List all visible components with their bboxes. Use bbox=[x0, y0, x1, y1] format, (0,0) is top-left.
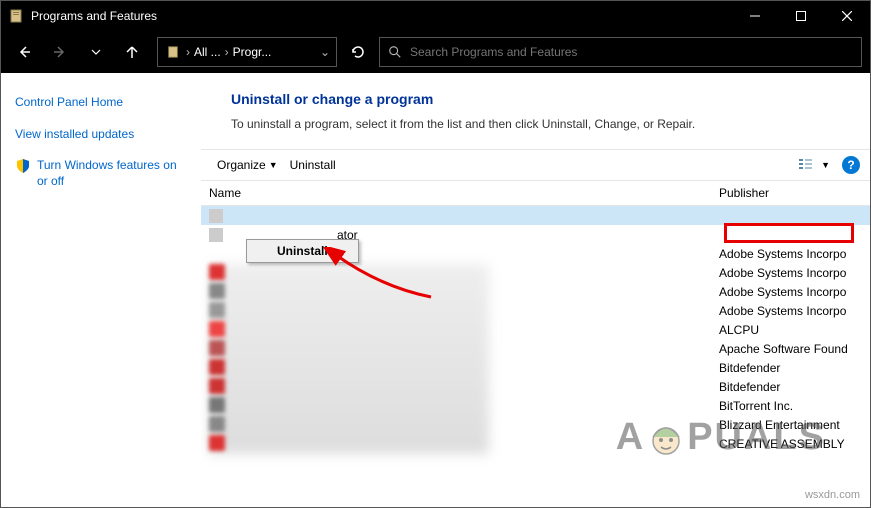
sidebar-link-home[interactable]: Control Panel Home bbox=[15, 95, 187, 111]
minimize-button[interactable] bbox=[732, 1, 778, 31]
titlebar: Programs and Features bbox=[1, 1, 870, 31]
recent-locations-button[interactable] bbox=[81, 37, 111, 67]
window-controls bbox=[732, 1, 870, 31]
main-panel: Uninstall or change a program To uninsta… bbox=[201, 73, 870, 507]
publisher-cell: Adobe Systems Incorpo bbox=[711, 247, 870, 261]
breadcrumb-icon bbox=[164, 43, 182, 61]
back-button[interactable] bbox=[9, 37, 39, 67]
page-subtitle: To uninstall a program, select it from t… bbox=[201, 117, 870, 149]
breadcrumb-segment[interactable]: All ... bbox=[194, 45, 221, 59]
page-heading: Uninstall or change a program bbox=[201, 91, 870, 117]
blurred-icons bbox=[209, 264, 227, 454]
search-icon bbox=[388, 45, 402, 59]
chevron-down-icon[interactable]: ⌄ bbox=[320, 45, 330, 59]
organize-label: Organize bbox=[217, 158, 266, 172]
uninstall-button[interactable]: Uninstall bbox=[284, 156, 342, 174]
blurred-content bbox=[209, 264, 489, 454]
content-area: Control Panel Home View installed update… bbox=[1, 73, 870, 507]
toolbar: Organize ▼ Uninstall ▼ ? bbox=[201, 149, 870, 181]
up-button[interactable] bbox=[117, 37, 147, 67]
sidebar-link-windows-features[interactable]: Turn Windows features on or off bbox=[37, 158, 187, 189]
publisher-cell: Adobe Systems Incorpo bbox=[711, 266, 870, 280]
program-list: Name Publisher ator Adobe Systems Incorp… bbox=[201, 181, 870, 507]
source-mark: wsxdn.com bbox=[805, 489, 860, 501]
chevron-down-icon: ▼ bbox=[821, 160, 830, 170]
publisher-cell: Adobe Systems Incorpo bbox=[711, 285, 870, 299]
view-options-button[interactable]: ▼ bbox=[792, 156, 836, 174]
uninstall-label: Uninstall bbox=[290, 158, 336, 172]
chevron-down-icon: ▼ bbox=[269, 160, 278, 170]
breadcrumb[interactable]: › All ... › Progr... ⌄ bbox=[157, 37, 337, 67]
app-icon bbox=[1, 8, 31, 24]
publisher-cell: Blizzard Entertainment bbox=[711, 418, 870, 432]
refresh-button[interactable] bbox=[343, 37, 373, 67]
context-menu-item-uninstall[interactable]: Uninstall bbox=[247, 240, 358, 262]
organize-button[interactable]: Organize ▼ bbox=[211, 156, 284, 174]
publisher-cell: ALCPU bbox=[711, 323, 870, 337]
context-menu: Uninstall bbox=[246, 239, 359, 263]
close-button[interactable] bbox=[824, 1, 870, 31]
sidebar-link-updates[interactable]: View installed updates bbox=[15, 127, 187, 143]
publisher-cell: Apache Software Found bbox=[711, 342, 870, 356]
search-input[interactable] bbox=[410, 45, 853, 59]
publisher-cell: CREATIVE ASSEMBLY bbox=[711, 437, 870, 451]
publisher-cell: BitTorrent Inc. bbox=[711, 399, 870, 413]
column-header-publisher[interactable]: Publisher bbox=[711, 181, 870, 205]
publisher-cell: Adobe Systems Incorpo bbox=[711, 304, 870, 318]
navbar: › All ... › Progr... ⌄ bbox=[1, 31, 870, 73]
shield-icon bbox=[15, 158, 31, 174]
program-icon bbox=[209, 228, 223, 242]
column-headers: Name Publisher bbox=[201, 181, 870, 206]
chevron-right-icon: › bbox=[186, 45, 190, 59]
help-button[interactable]: ? bbox=[842, 156, 860, 174]
forward-button[interactable] bbox=[45, 37, 75, 67]
maximize-button[interactable] bbox=[778, 1, 824, 31]
search-box[interactable] bbox=[379, 37, 862, 67]
sidebar: Control Panel Home View installed update… bbox=[1, 73, 201, 507]
column-header-name[interactable]: Name bbox=[201, 181, 711, 205]
chevron-right-icon: › bbox=[225, 45, 229, 59]
table-row[interactable] bbox=[201, 206, 870, 225]
program-icon bbox=[209, 209, 223, 223]
window-title: Programs and Features bbox=[31, 9, 732, 23]
publisher-cell: Bitdefender bbox=[711, 380, 870, 394]
breadcrumb-segment[interactable]: Progr... bbox=[233, 45, 272, 59]
publisher-cell: Bitdefender bbox=[711, 361, 870, 375]
